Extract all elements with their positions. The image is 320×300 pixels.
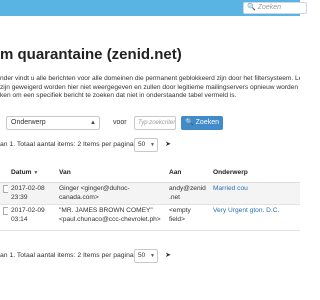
page-description: nder vindt u alle berichten voor alle do… [0, 75, 300, 101]
description-line: nder vindt u alle berichten voor alle do… [0, 75, 300, 82]
global-search-input[interactable]: 🔍 Zoeken [243, 2, 307, 14]
column-header-datum[interactable]: Datum ▼ [8, 164, 56, 183]
row-date: 2017-02-08 23:39 [8, 182, 56, 205]
row-subject-cell: Married cou [210, 182, 300, 205]
filter-field-value: Onderwerp [11, 119, 46, 126]
filter-search-input[interactable]: Typ zoekcriteria in en [134, 116, 176, 130]
table-row[interactable]: 2017-02-09 03:14 "MR. JAMES BROWN COMEY"… [0, 204, 300, 231]
pagination-bottom: an 1. Totaal aantal items: 2 Items per p… [0, 249, 300, 263]
top-navigation-bar: 🔍 Zoeken [0, 0, 307, 16]
sort-desc-icon: ▼ [33, 169, 39, 176]
apply-page-size-icon[interactable]: ➤ [162, 250, 174, 262]
page-title: m quarantaine (zenid.net) [0, 46, 182, 63]
filter-field-select[interactable]: Onderwerp ▲ [6, 116, 100, 130]
description-line: ken om een specifiek bericht te zoeken d… [0, 92, 237, 100]
items-per-page-value: 50 [138, 141, 146, 148]
row-subject-link[interactable]: Very Urgent gton. D.C. [213, 207, 279, 214]
voor-label: voor [113, 119, 127, 126]
search-icon: 🔍 [247, 4, 256, 11]
pagination-info: an 1. Totaal aantal items: 2 Items per p… [0, 252, 136, 259]
search-button[interactable]: 🔍 Zoeken [181, 116, 223, 130]
description-line: zijn geweigerd worden hier niet weergege… [0, 83, 300, 91]
quarantine-table: Datum ▼ Van Aan Onderwerp 2017-02-08 23:… [0, 164, 300, 231]
row-checkbox[interactable] [3, 185, 8, 193]
apply-page-size-icon[interactable]: ➤ [162, 139, 174, 151]
row-checkbox-cell [0, 182, 8, 205]
row-subject-cell: Very Urgent gton. D.C. [210, 204, 300, 231]
row-to: andy@zenid.net [166, 182, 210, 205]
chevron-down-icon: ▼ [150, 253, 155, 259]
items-per-page-value: 50 [138, 252, 146, 259]
pagination-info: an 1. Totaal aantal items: 2 Items per p… [0, 141, 136, 148]
table-row[interactable]: 2017-02-08 23:39 Ginger <ginger@duhoc-ca… [0, 182, 300, 205]
select-column-header [0, 164, 8, 183]
row-to: <empty field> [166, 204, 210, 231]
column-header-aan[interactable]: Aan [166, 164, 210, 183]
column-header-onderwerp[interactable]: Onderwerp [210, 164, 300, 183]
chevron-down-icon: ▼ [150, 142, 155, 148]
filter-row: Onderwerp ▲ voor Typ zoekcriteria in en … [0, 116, 300, 130]
row-from: Ginger <ginger@duhoc-canada.com> [56, 182, 166, 205]
table-header-row: Datum ▼ Van Aan Onderwerp [0, 164, 300, 183]
items-per-page-select[interactable]: 50 ▼ [134, 138, 158, 152]
row-date: 2017-02-09 03:14 [8, 204, 56, 231]
items-per-page-select[interactable]: 50 ▼ [134, 249, 158, 263]
search-icon: 🔍 [184, 119, 194, 126]
global-search-placeholder: Zoeken [257, 4, 282, 11]
row-checkbox-cell [0, 204, 8, 231]
pagination-top: an 1. Totaal aantal items: 2 Items per p… [0, 138, 300, 152]
search-button-label: Zoeken [195, 119, 220, 126]
chevron-down-icon: ▲ [90, 120, 96, 126]
row-checkbox[interactable] [3, 207, 8, 215]
row-from: "MR. JAMES BROWN COMEY" <paul.chunaco@cc… [56, 204, 166, 231]
row-subject-link[interactable]: Married cou [213, 185, 248, 192]
column-header-van[interactable]: Van [56, 164, 166, 183]
